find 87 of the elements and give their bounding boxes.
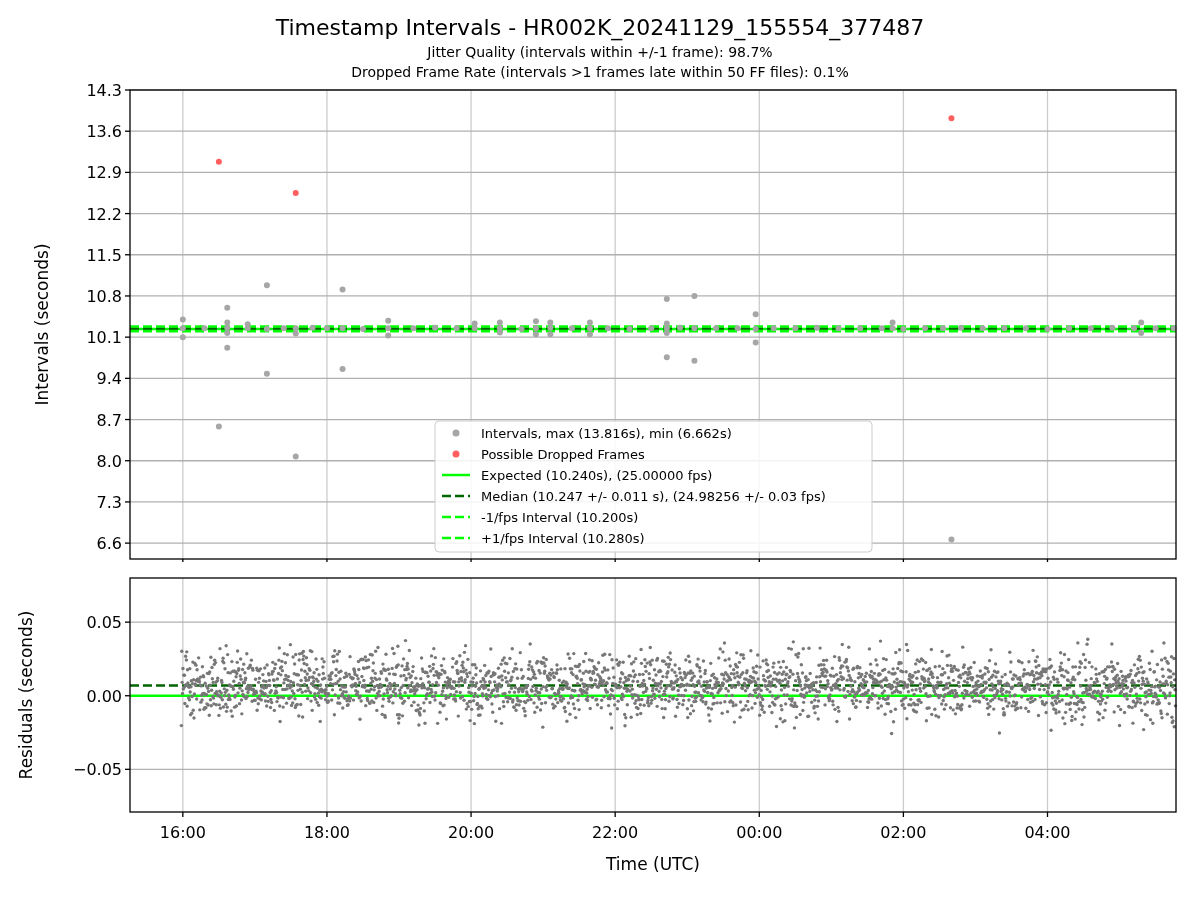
data-point (215, 158, 222, 165)
data-point (604, 325, 611, 332)
y-tick-label: 13.6 (86, 122, 122, 142)
legend-label: +1/fps Interval (10.280s) (481, 530, 645, 546)
data-point (1109, 324, 1116, 331)
x-tick-label: 22:00 (592, 823, 639, 842)
data-point (1001, 325, 1008, 332)
y-tick-label: 10.8 (86, 286, 122, 306)
y-tick-label: 8.0 (96, 451, 122, 471)
y-tick-label: 8.7 (96, 410, 122, 430)
data-point (979, 325, 986, 332)
x-tick-label: 02:00 (880, 823, 927, 842)
data-point (453, 325, 460, 332)
data-point (201, 325, 208, 332)
data-point (691, 325, 698, 332)
y-tick-label: 7.3 (96, 492, 122, 512)
data-point (224, 344, 231, 351)
data-point (900, 325, 907, 332)
data-point (1044, 325, 1051, 332)
data-point (691, 357, 698, 364)
data-point (360, 325, 366, 332)
legend-label: -1/fps Interval (10.200s) (481, 509, 639, 525)
y-tick-label: 11.5 (86, 245, 122, 265)
data-point (648, 325, 655, 332)
data-point (292, 190, 299, 196)
data-point (626, 325, 633, 332)
data-point (1087, 325, 1094, 332)
y-axis-label: Intervals (seconds) (32, 243, 52, 406)
y-tick-label: 9.4 (96, 369, 122, 389)
figure-subtitle: Dropped Frame Rate (intervals >1 frames late within 50 FF files): 0.1% (351, 63, 849, 82)
y-tick-label: 12.2 (86, 204, 122, 224)
x-tick-label: 16:00 (159, 823, 206, 842)
data-point (677, 324, 683, 331)
x-tick-label: 00:00 (736, 823, 783, 842)
data-point (792, 325, 799, 332)
data-point (179, 325, 186, 332)
data-point (339, 286, 346, 293)
y-tick-label: 0.05 (86, 613, 122, 633)
data-point (309, 324, 316, 331)
data-point (323, 325, 330, 332)
data-point (813, 324, 820, 331)
legend-label: Median (10.247 +/- 0.011 s), (24.98256 +/- 0.03 fps) (481, 488, 826, 504)
data-point (835, 325, 842, 332)
data-point (940, 325, 946, 332)
data-point (752, 311, 759, 318)
data-point (339, 365, 346, 372)
data-point (1066, 325, 1073, 332)
x-tick-label: 20:00 (448, 823, 495, 842)
y-tick-label: 12.9 (86, 163, 122, 183)
data-point (410, 325, 417, 332)
data-point (280, 325, 287, 332)
data-point (922, 325, 928, 332)
data-point (179, 316, 186, 323)
legend-label: Intervals, max (13.816s), min (6.662s) (481, 425, 732, 441)
legend-label: Possible Dropped Frames (481, 446, 645, 462)
data-point (713, 325, 720, 332)
data-point (770, 325, 777, 332)
figure-title: Timestamp Intervals - HR002K_20241129_155554_377487 (275, 14, 925, 42)
data-point (948, 115, 955, 122)
data-point (568, 325, 575, 332)
figure-subtitle: Jitter Quality (intervals within +/-1 frame): 98.7% (427, 43, 773, 62)
data-point (224, 304, 231, 311)
y-tick-label: 6.6 (96, 534, 122, 554)
data-point (857, 325, 864, 332)
legend-label: Expected (10.240s), (25.00000 fps) (481, 467, 713, 483)
data-point (752, 325, 759, 332)
y-tick-label: 14.3 (86, 82, 122, 100)
data-point (1170, 325, 1177, 332)
data-point (958, 324, 965, 331)
y-tick-label: 0.00 (86, 686, 122, 706)
y-tick-label: 10.1 (86, 328, 122, 348)
data-point (215, 423, 222, 430)
data-point (263, 282, 270, 289)
data-point (878, 325, 885, 332)
y-axis-label: Residuals (seconds) (16, 610, 36, 780)
data-point (1022, 325, 1029, 332)
data-point (1152, 325, 1159, 332)
data-point (518, 325, 525, 332)
data-point (663, 354, 670, 361)
data-point (339, 325, 346, 332)
x-tick-label: 04:00 (1024, 823, 1071, 842)
y-tick-label: −0.05 (72, 760, 122, 780)
data-point (263, 325, 270, 332)
data-point (432, 324, 439, 331)
x-tick-label: 18:00 (303, 823, 350, 842)
data-point (734, 325, 741, 332)
x-axis-label: Time (UTC) (606, 854, 700, 874)
